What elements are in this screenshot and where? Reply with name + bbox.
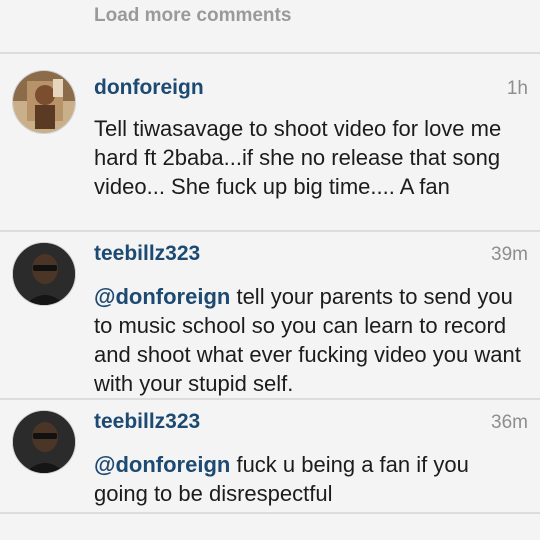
divider <box>0 512 540 514</box>
mention-link[interactable]: @donforeign <box>94 284 230 309</box>
avatar-image <box>13 411 75 473</box>
comment-text: @donforeign fuck u being a fan if you go… <box>94 450 524 508</box>
comment-username[interactable]: teebillz323 <box>94 242 200 266</box>
comments-page: Load more comments donforeign 1h Tell ti… <box>0 0 540 540</box>
avatar-image <box>13 71 75 133</box>
comment-time: 39m <box>491 244 528 265</box>
comment-time: 1h <box>506 78 528 99</box>
avatar-image <box>13 243 75 305</box>
comment-item: teebillz323 36m @donforeign fuck u being… <box>0 400 540 512</box>
mention-link[interactable]: @donforeign <box>94 452 230 477</box>
load-more-comments-link[interactable]: Load more comments <box>94 5 291 27</box>
avatar-teebillz323[interactable] <box>12 242 76 306</box>
comment-item: donforeign 1h Tell tiwasavage to shoot v… <box>0 54 540 230</box>
comment-username[interactable]: donforeign <box>94 76 204 100</box>
comment-text: Tell tiwasavage to shoot video for love … <box>94 114 524 201</box>
avatar-teebillz323[interactable] <box>12 410 76 474</box>
comment-message: Tell tiwasavage to shoot video for love … <box>94 116 502 199</box>
comment-username[interactable]: teebillz323 <box>94 410 200 434</box>
comment-text: @donforeign tell your parents to send yo… <box>94 282 524 398</box>
comment-item: teebillz323 39m @donforeign tell your pa… <box>0 232 540 398</box>
comment-time: 36m <box>491 412 528 433</box>
avatar-donforeign[interactable] <box>12 70 76 134</box>
